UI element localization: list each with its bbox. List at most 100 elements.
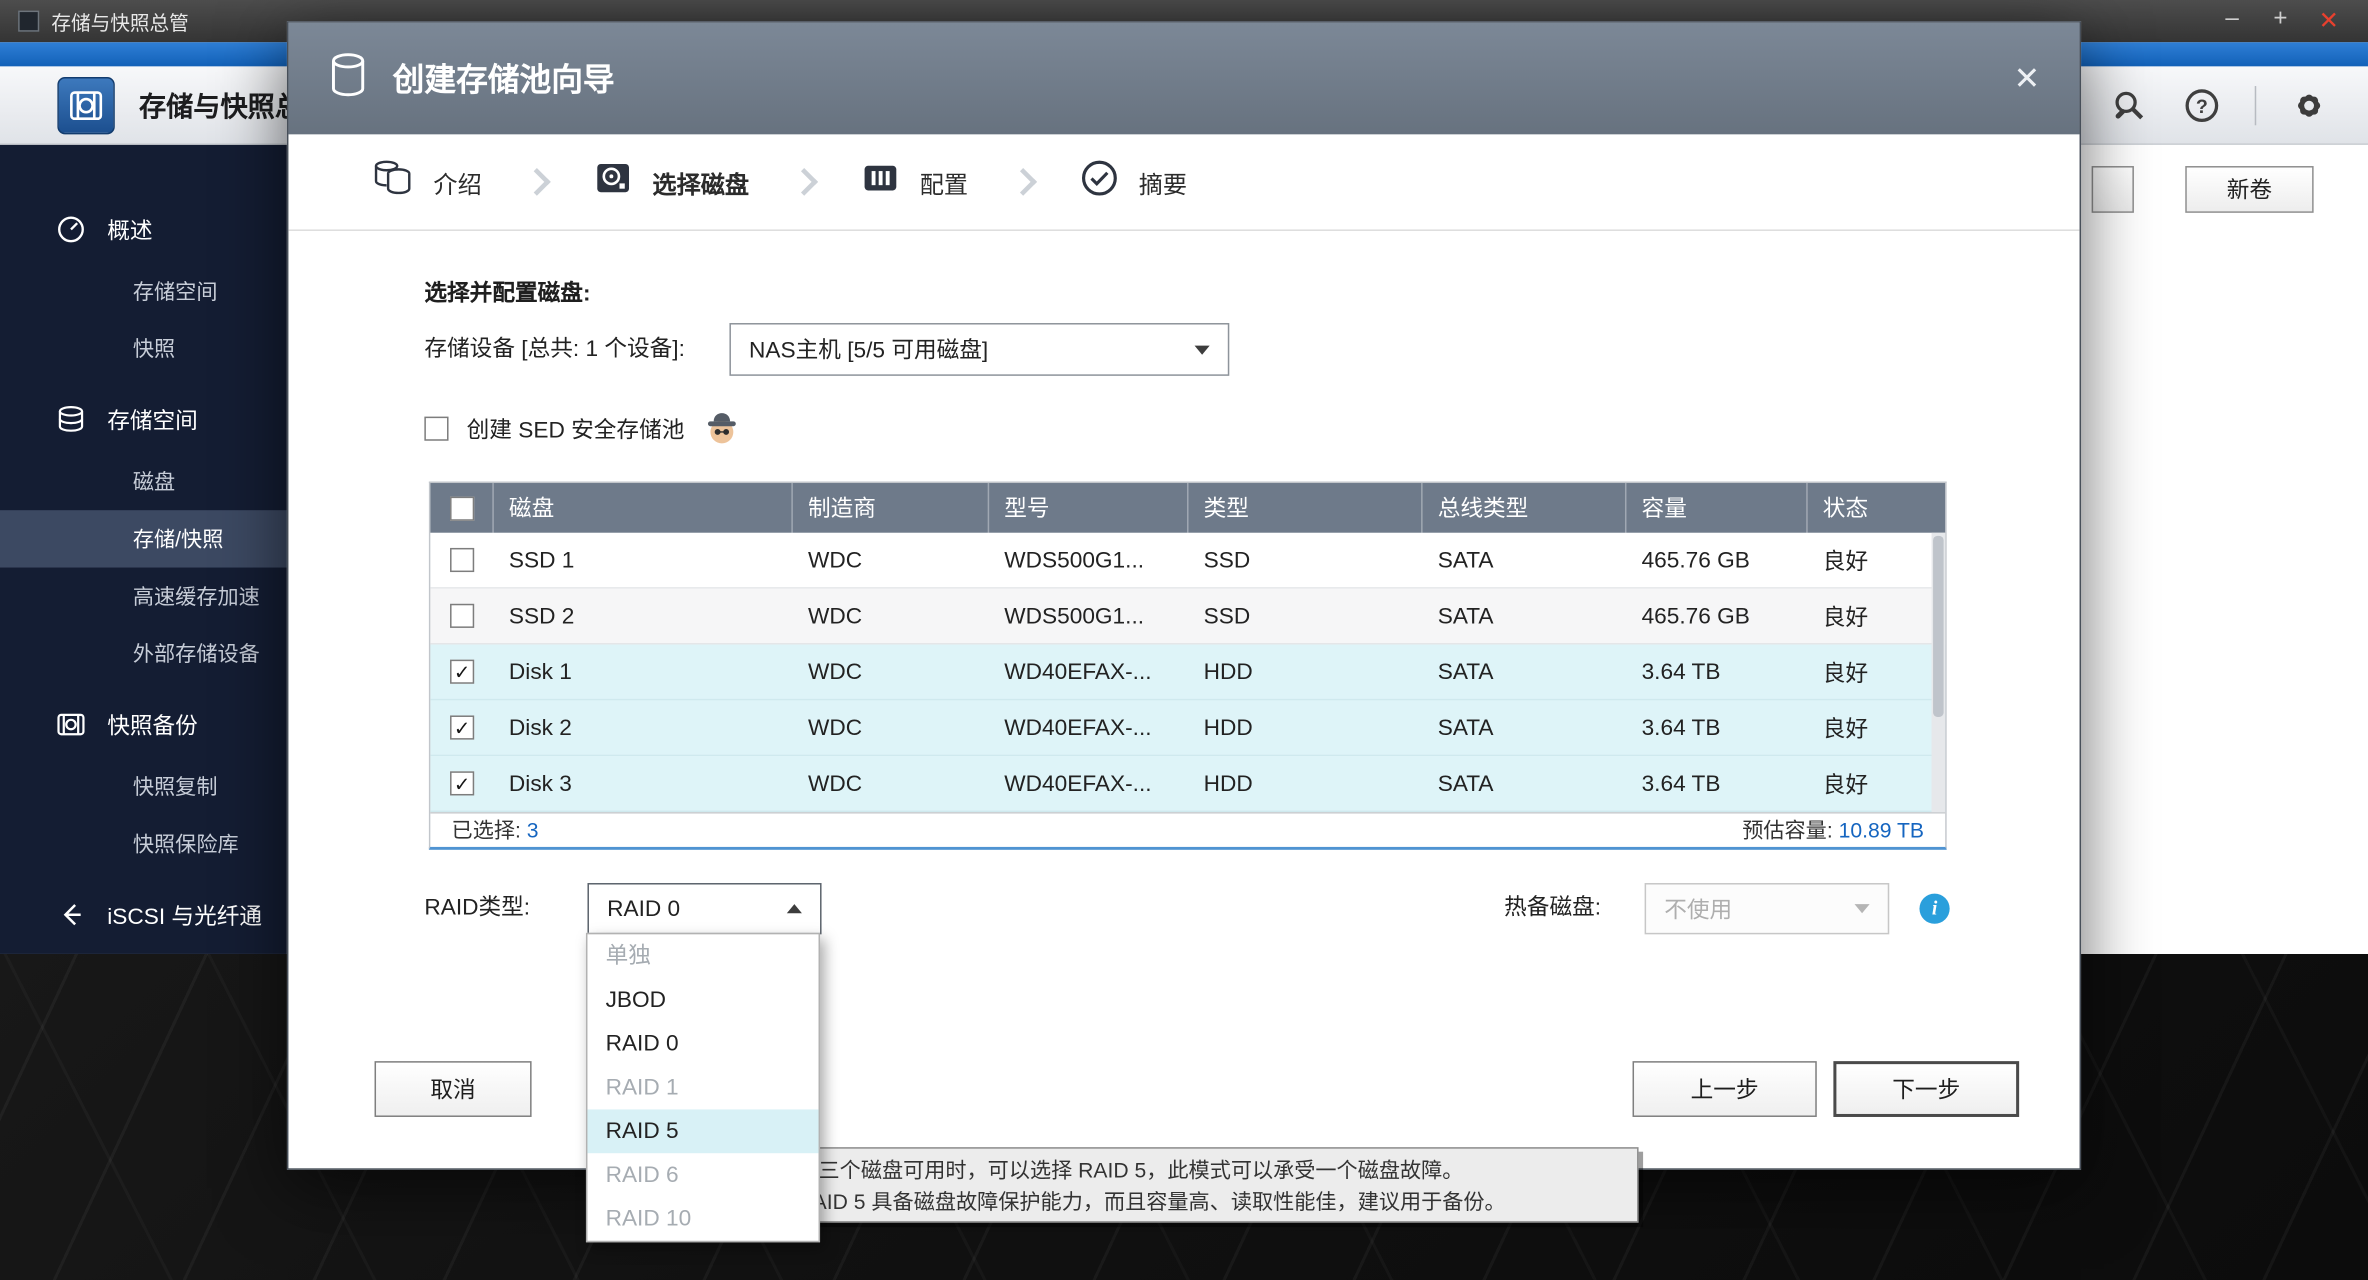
cell-status: 良好 xyxy=(1822,548,1869,575)
raid-option[interactable]: RAID 6 xyxy=(587,1153,818,1197)
previous-button[interactable]: 上一步 xyxy=(1632,1061,1817,1117)
table-row[interactable]: Disk 2 WDC WD40EFAX-... HDD SATA 3.64 TB… xyxy=(430,700,1946,757)
gear-icon[interactable] xyxy=(2289,86,2328,125)
cell-capacity: 465.76 GB xyxy=(1641,547,1750,573)
cell-model: WD40EFAX-... xyxy=(1004,714,1152,741)
cell-type: SSD xyxy=(1203,547,1251,573)
close-window-button[interactable]: ✕ xyxy=(2308,6,2350,36)
help-icon[interactable]: ? xyxy=(2182,86,2221,125)
step-configure[interactable]: 配置 xyxy=(859,157,968,207)
table-scrollbar[interactable] xyxy=(1931,532,1946,813)
new-volume-button[interactable]: 新卷 xyxy=(2185,166,2314,213)
raid-type-label: RAID类型: xyxy=(424,895,531,921)
cell-capacity: 465.76 GB xyxy=(1641,603,1750,629)
selected-count-value: 3 xyxy=(526,818,539,843)
column-disk[interactable]: 磁盘 xyxy=(494,483,793,533)
next-button[interactable]: 下一步 xyxy=(1833,1061,2020,1117)
wizard-steps: 介绍 选择磁盘 配置 摘要 xyxy=(288,134,2080,231)
sidebar-item-storage-snapshot[interactable]: 存储/快照 xyxy=(0,510,287,568)
wizard-title: 创建存储池向导 xyxy=(392,63,615,99)
sidebar-item-storage-section[interactable]: 存储空间 xyxy=(0,386,287,452)
iscsi-icon xyxy=(54,898,87,931)
cell-model: WDS500G1... xyxy=(1004,547,1145,573)
storage-device-select[interactable]: NAS主机 [5/5 可用磁盘] xyxy=(729,323,1230,376)
storage-device-label: 存储设备 [总共: 1 个设备]: xyxy=(424,336,685,363)
chevron-up-icon xyxy=(786,897,802,914)
hot-spare-label: 热备磁盘: xyxy=(1504,895,1602,921)
cell-bus-type: SATA xyxy=(1437,770,1494,797)
cell-bus-type: SATA xyxy=(1437,603,1494,629)
table-row[interactable]: SSD 1 WDC WDS500G1... SSD SATA 465.76 GB… xyxy=(430,532,1946,589)
window-title: 存储与快照总管 xyxy=(51,11,189,34)
sidebar-item-storage-space[interactable]: 存储空间 xyxy=(0,263,287,320)
row-checkbox[interactable] xyxy=(450,603,475,628)
row-checkbox[interactable] xyxy=(450,547,475,573)
sidebar-item-snapshot-replica[interactable]: 快照复制 xyxy=(0,758,287,815)
column-type[interactable]: 类型 xyxy=(1189,483,1423,533)
raid-option[interactable]: JBOD xyxy=(587,978,818,1022)
window-icon xyxy=(18,10,40,32)
column-status[interactable]: 状态 xyxy=(1808,483,1945,533)
close-dialog-icon[interactable]: ✕ xyxy=(2014,63,2041,95)
configure-icon xyxy=(859,157,901,207)
table-row[interactable]: Disk 3 WDC WD40EFAX-... HDD SATA 3.64 TB… xyxy=(430,756,1946,813)
raid5-tooltip: 有三个磁盘可用时，可以选择 RAID 5，此模式可以承受一个磁盘故障。 RAID… xyxy=(750,1147,1639,1223)
row-checkbox[interactable] xyxy=(450,715,475,740)
disks-icon xyxy=(54,403,87,436)
table-row[interactable]: Disk 1 WDC WD40EFAX-... HDD SATA 3.64 TB… xyxy=(430,644,1946,701)
cell-bus-type: SATA xyxy=(1437,714,1494,741)
raid-option[interactable]: RAID 1 xyxy=(587,1066,818,1110)
column-manufacturer[interactable]: 制造商 xyxy=(793,483,990,533)
cell-disk: SSD 2 xyxy=(508,603,575,629)
sidebar-item-snapshot-backup[interactable]: 快照备份 xyxy=(0,691,287,757)
table-footer: 已选择: 3 预估容量: 10.89 TB xyxy=(430,812,1946,847)
step-summary[interactable]: 摘要 xyxy=(1078,157,1187,207)
sidebar-item-cache-acceleration[interactable]: 高速缓存加速 xyxy=(0,568,287,625)
estimated-capacity-value: 10.89 TB xyxy=(1838,818,1924,843)
table-row[interactable]: SSD 2 WDC WDS500G1... SSD SATA 465.76 GB… xyxy=(430,588,1946,645)
sidebar-item-external-storage[interactable]: 外部存储设备 xyxy=(0,625,287,682)
cell-disk: Disk 3 xyxy=(508,770,572,797)
sidebar-item-overview[interactable]: 概述 xyxy=(0,196,287,262)
row-checkbox[interactable] xyxy=(450,659,475,684)
hot-spare-select[interactable]: 不使用 xyxy=(1644,883,1890,935)
svg-text:?: ? xyxy=(2196,96,2208,118)
minimize-button[interactable]: – xyxy=(2211,6,2253,36)
column-capacity[interactable]: 容量 xyxy=(1626,483,1808,533)
step-select-disks[interactable]: 选择磁盘 xyxy=(592,157,749,207)
scrollbar-thumb[interactable] xyxy=(1933,535,1944,717)
tools-icon[interactable] xyxy=(2110,86,2149,125)
maximize-button[interactable]: + xyxy=(2259,6,2301,36)
toolbar-button-partial[interactable] xyxy=(2091,166,2134,213)
storage-app-icon xyxy=(57,76,115,134)
raid-option[interactable]: 单独 xyxy=(587,934,818,978)
column-model[interactable]: 型号 xyxy=(989,483,1189,533)
sidebar-item-disks[interactable]: 磁盘 xyxy=(0,453,287,510)
sidebar-item-iscsi[interactable]: iSCSI 与光纤通 xyxy=(0,882,287,948)
cell-status: 良好 xyxy=(1822,772,1869,798)
raid-type-dropdown-list: 单独 JBOD RAID 0 RAID 1 RAID 5 RAID 6 RAID… xyxy=(585,932,821,1243)
cell-bus-type: SATA xyxy=(1437,547,1494,573)
cancel-button[interactable]: 取消 xyxy=(374,1061,532,1117)
raid-option[interactable]: RAID 10 xyxy=(587,1197,818,1241)
info-icon[interactable] xyxy=(1919,893,1950,924)
select-all-checkbox[interactable] xyxy=(449,495,474,520)
raid-option[interactable]: RAID 5 xyxy=(587,1109,819,1154)
chevron-down-icon xyxy=(1194,344,1210,362)
column-bus-type[interactable]: 总线类型 xyxy=(1423,483,1627,533)
sed-checkbox[interactable] xyxy=(424,416,449,441)
chevron-right-icon xyxy=(1009,168,1038,196)
cell-type: HDD xyxy=(1203,658,1253,685)
cell-model: WDS500G1... xyxy=(1004,603,1145,629)
cell-capacity: 3.64 TB xyxy=(1641,770,1721,797)
row-checkbox[interactable] xyxy=(450,771,475,796)
estimated-capacity-label: 预估容量: xyxy=(1742,818,1833,843)
raid-option[interactable]: RAID 0 xyxy=(587,1022,818,1066)
raid-type-select[interactable]: RAID 0 xyxy=(587,883,822,935)
camera-icon xyxy=(54,708,87,741)
sidebar-item-snapshot[interactable]: 快照 xyxy=(0,320,287,377)
sidebar: 概述 存储空间 快照 存储空间 磁盘 存储/快照 高速缓存加速 外部存储设备 快… xyxy=(0,144,287,954)
sidebar-item-snapshot-vault[interactable]: 快照保险库 xyxy=(0,815,287,872)
cell-model: WD40EFAX-... xyxy=(1004,658,1152,685)
step-introduction[interactable]: 介绍 xyxy=(370,157,482,207)
